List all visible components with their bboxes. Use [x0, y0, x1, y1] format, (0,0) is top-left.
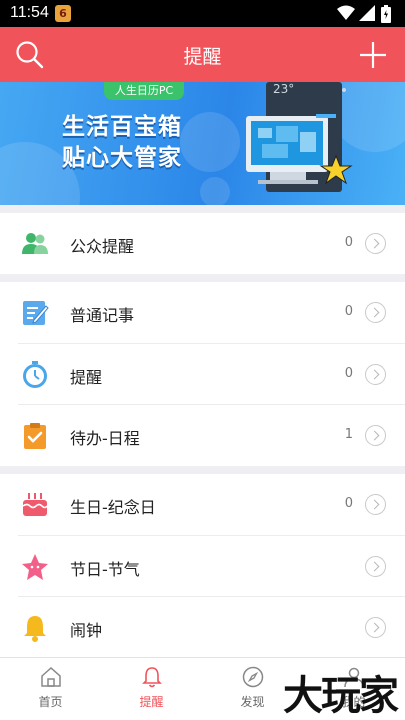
list-item-label: 闹钟 [70, 621, 103, 640]
status-bar: 11:54 6 [0, 0, 405, 27]
list-item-reminder[interactable]: 提醒 0 [0, 344, 405, 405]
promo-banner[interactable]: 人生日历PC 生活百宝箱 贴心大管家 23° [0, 82, 405, 205]
list-item-label: 待办-日程 [70, 429, 140, 448]
wifi-icon [337, 5, 355, 20]
tab-profile[interactable]: 我的 [303, 658, 404, 720]
item-count: 0 [344, 366, 353, 381]
page-title: 提醒 [183, 46, 222, 68]
section-gap [0, 274, 405, 282]
chevron-right-icon [365, 233, 386, 254]
item-count: 0 [344, 304, 353, 319]
compass-icon [242, 666, 264, 688]
chevron-right-icon [365, 617, 386, 638]
banner-tag: 人生日历PC [104, 82, 184, 100]
list-item-alarm[interactable]: 闹钟 [0, 597, 405, 658]
list-item-label: 公众提醒 [70, 237, 135, 256]
section-gap [0, 466, 405, 474]
tab-label: 首页 [38, 695, 63, 709]
app-header: 提醒 [0, 27, 405, 82]
chevron-right-icon [365, 556, 386, 577]
list-item-birthday[interactable]: 生日-纪念日 0 [0, 474, 405, 535]
app-notification-icon: 6 [55, 5, 71, 22]
user-icon [344, 667, 364, 688]
people-icon [22, 233, 48, 254]
list-item-label: 提醒 [70, 368, 103, 387]
item-count: 0 [344, 235, 353, 250]
status-time: 11:54 [10, 4, 49, 21]
chevron-right-icon [365, 425, 386, 446]
signal-icon [359, 5, 375, 21]
list-item-notes[interactable]: 普通记事 0 [0, 282, 405, 343]
status-icons [337, 5, 397, 23]
plus-icon[interactable] [357, 39, 389, 71]
bell-icon [142, 667, 162, 688]
birthday-cake-icon [22, 493, 48, 516]
chevron-right-icon [365, 494, 386, 515]
tab-reminders[interactable]: 提醒 [101, 658, 202, 720]
list-item-todo[interactable]: 待办-日程 1 [0, 405, 405, 466]
list-item-label: 普通记事 [70, 306, 135, 325]
banner-headline: 生活百宝箱 [62, 114, 182, 140]
tab-label: 提醒 [139, 695, 164, 709]
tab-label: 发现 [240, 695, 265, 709]
notepad-icon [23, 301, 49, 325]
tab-discover[interactable]: 发现 [202, 658, 303, 720]
item-count: 1 [344, 427, 353, 442]
tab-label: 我的 [341, 695, 366, 709]
list-item-label: 节日-节气 [70, 560, 140, 579]
tab-home[interactable]: 首页 [0, 658, 101, 720]
list-item-label: 生日-纪念日 [70, 498, 156, 517]
clipboard-check-icon [24, 423, 46, 449]
computer-illustration-icon [246, 82, 353, 192]
home-icon [41, 666, 61, 687]
battery-icon [381, 5, 391, 23]
chevron-right-icon [365, 364, 386, 385]
list-item-public-reminders[interactable]: 公众提醒 0 [0, 213, 405, 274]
bell-icon [24, 616, 46, 642]
item-count: 0 [344, 496, 353, 511]
banner-subheadline: 贴心大管家 [62, 145, 182, 171]
stopwatch-icon [23, 361, 47, 388]
star-icon [22, 554, 48, 580]
section-gap [0, 205, 405, 213]
list-item-festivals[interactable]: 节日-节气 [0, 536, 405, 597]
chevron-right-icon [365, 302, 386, 323]
bottom-tab-bar: 首页 提醒 发现 我的 [0, 657, 405, 720]
banner-temperature: 23° [273, 82, 295, 96]
